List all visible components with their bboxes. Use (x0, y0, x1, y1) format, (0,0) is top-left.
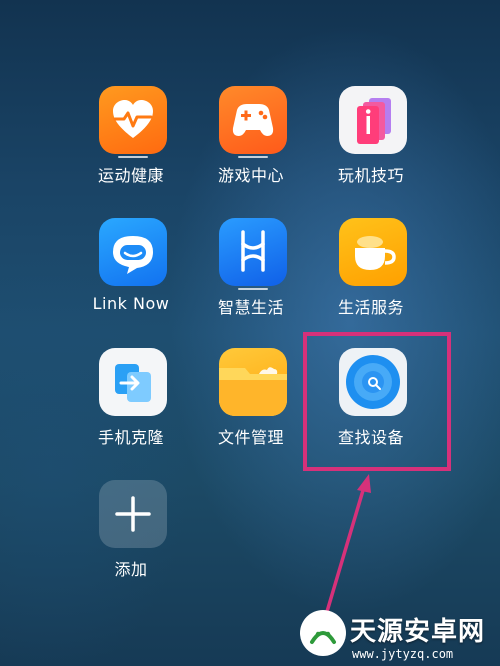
coffee-cup-icon (339, 218, 407, 286)
app-label: 生活服务 (337, 298, 404, 317)
plus-icon (99, 480, 167, 548)
gamepad-icon (219, 86, 287, 154)
app-indicator (238, 156, 268, 158)
app-sports-health[interactable]: 运动健康 (66, 86, 196, 206)
phone-clone-icon (99, 348, 167, 416)
heart-icon (99, 86, 167, 154)
app-ai-life[interactable]: 智慧生活 (186, 218, 316, 338)
app-indicator (238, 288, 268, 290)
app-indicator (118, 156, 148, 158)
ai-life-icon (219, 218, 287, 286)
app-link-now[interactable]: Link Now (66, 218, 196, 338)
watermark-title: 天源安卓网 (350, 617, 486, 647)
highlight-box (303, 332, 451, 471)
tips-book-icon (339, 86, 407, 154)
site-logo (300, 610, 346, 656)
app-file-manager[interactable]: 文件管理 (186, 348, 316, 468)
app-label: 添加 (114, 560, 148, 579)
app-game-center[interactable]: 游戏中心 (186, 86, 316, 206)
app-phone-clone[interactable]: 手机克隆 (66, 348, 196, 468)
watermark-url: www.jytyzq.com (352, 647, 454, 661)
app-label: 玩机技巧 (337, 166, 404, 185)
add-app-button[interactable]: 添加 (66, 480, 196, 600)
folder-icon (219, 348, 287, 416)
app-tips[interactable]: 玩机技巧 (306, 86, 436, 206)
app-life-service[interactable]: 生活服务 (306, 218, 436, 338)
watermark: 天源安卓网 www.jytyzq.com (300, 610, 500, 666)
chat-bubble-icon (99, 218, 167, 286)
